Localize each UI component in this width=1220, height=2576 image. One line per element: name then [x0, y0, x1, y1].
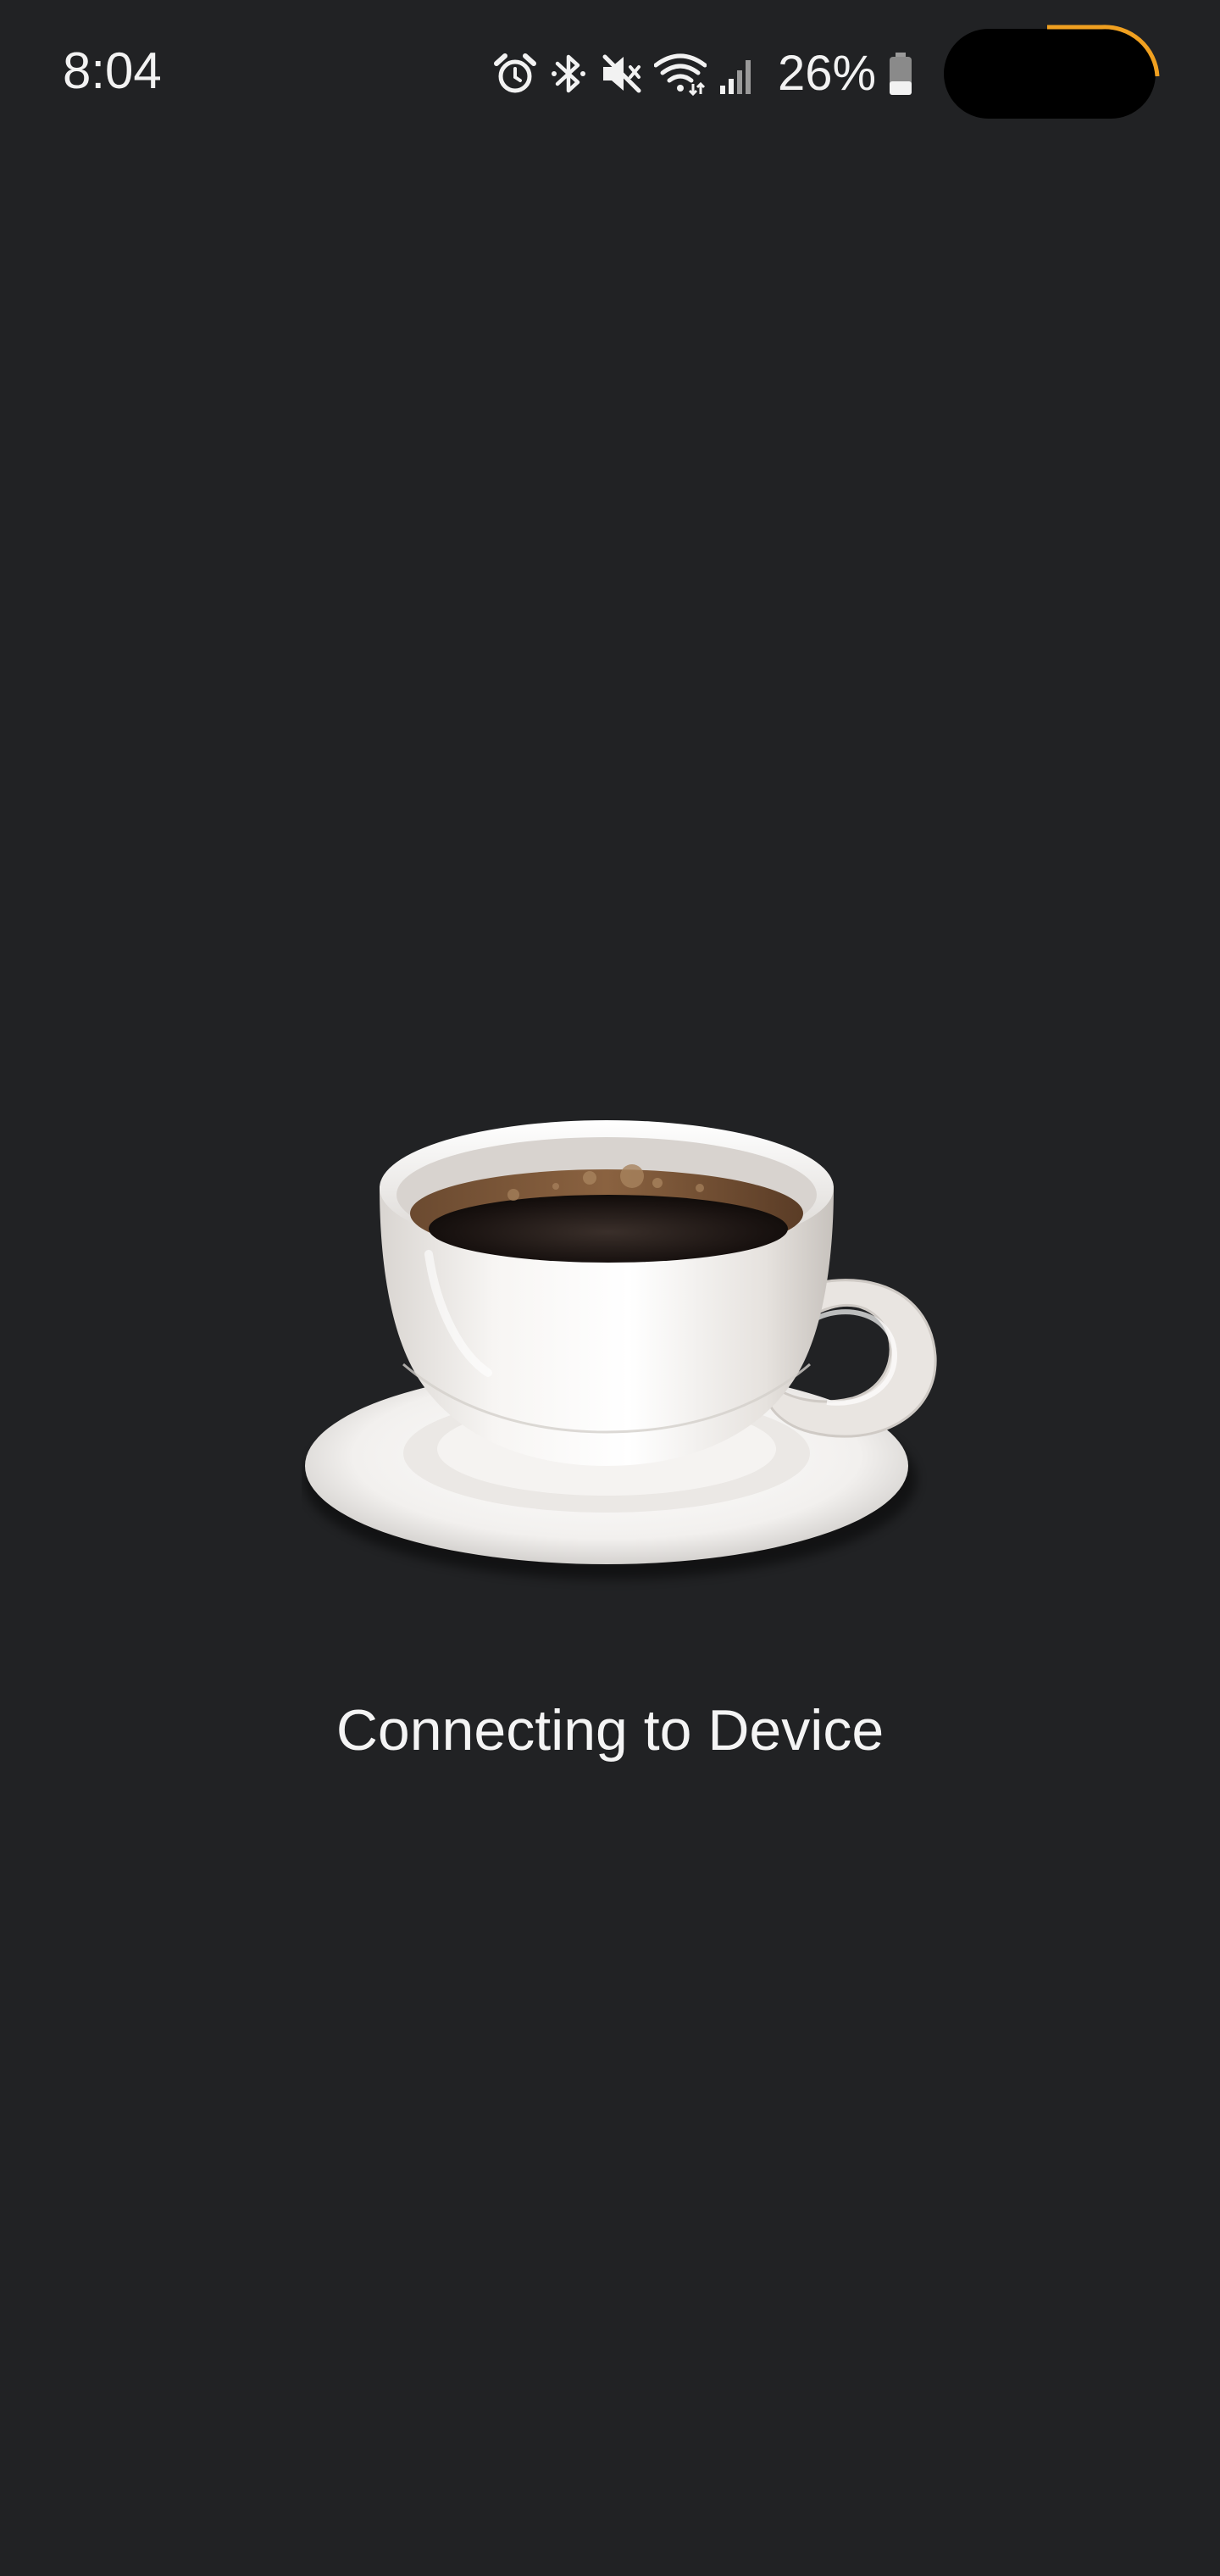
- coffee-cup-icon: [302, 1110, 946, 1593]
- status-bar: 8:04 26%: [0, 0, 1220, 144]
- bluetooth-icon: [549, 51, 588, 97]
- status-time: 8:04: [63, 42, 162, 99]
- signal-icon: [718, 52, 757, 96]
- battery-percent: 26%: [778, 46, 877, 101]
- camera-indicator-arc: [1047, 25, 1160, 77]
- status-icons: 26%: [493, 46, 913, 102]
- battery-fill: [890, 81, 912, 95]
- connecting-status-message: Connecting to Device: [336, 1698, 884, 1763]
- alarm-icon: [493, 52, 537, 96]
- battery-icon: [888, 51, 913, 97]
- wifi-icon: [654, 52, 707, 96]
- app-screen: 8:04 26% Connecting to Device: [0, 0, 1220, 2576]
- mute-icon: [600, 52, 642, 96]
